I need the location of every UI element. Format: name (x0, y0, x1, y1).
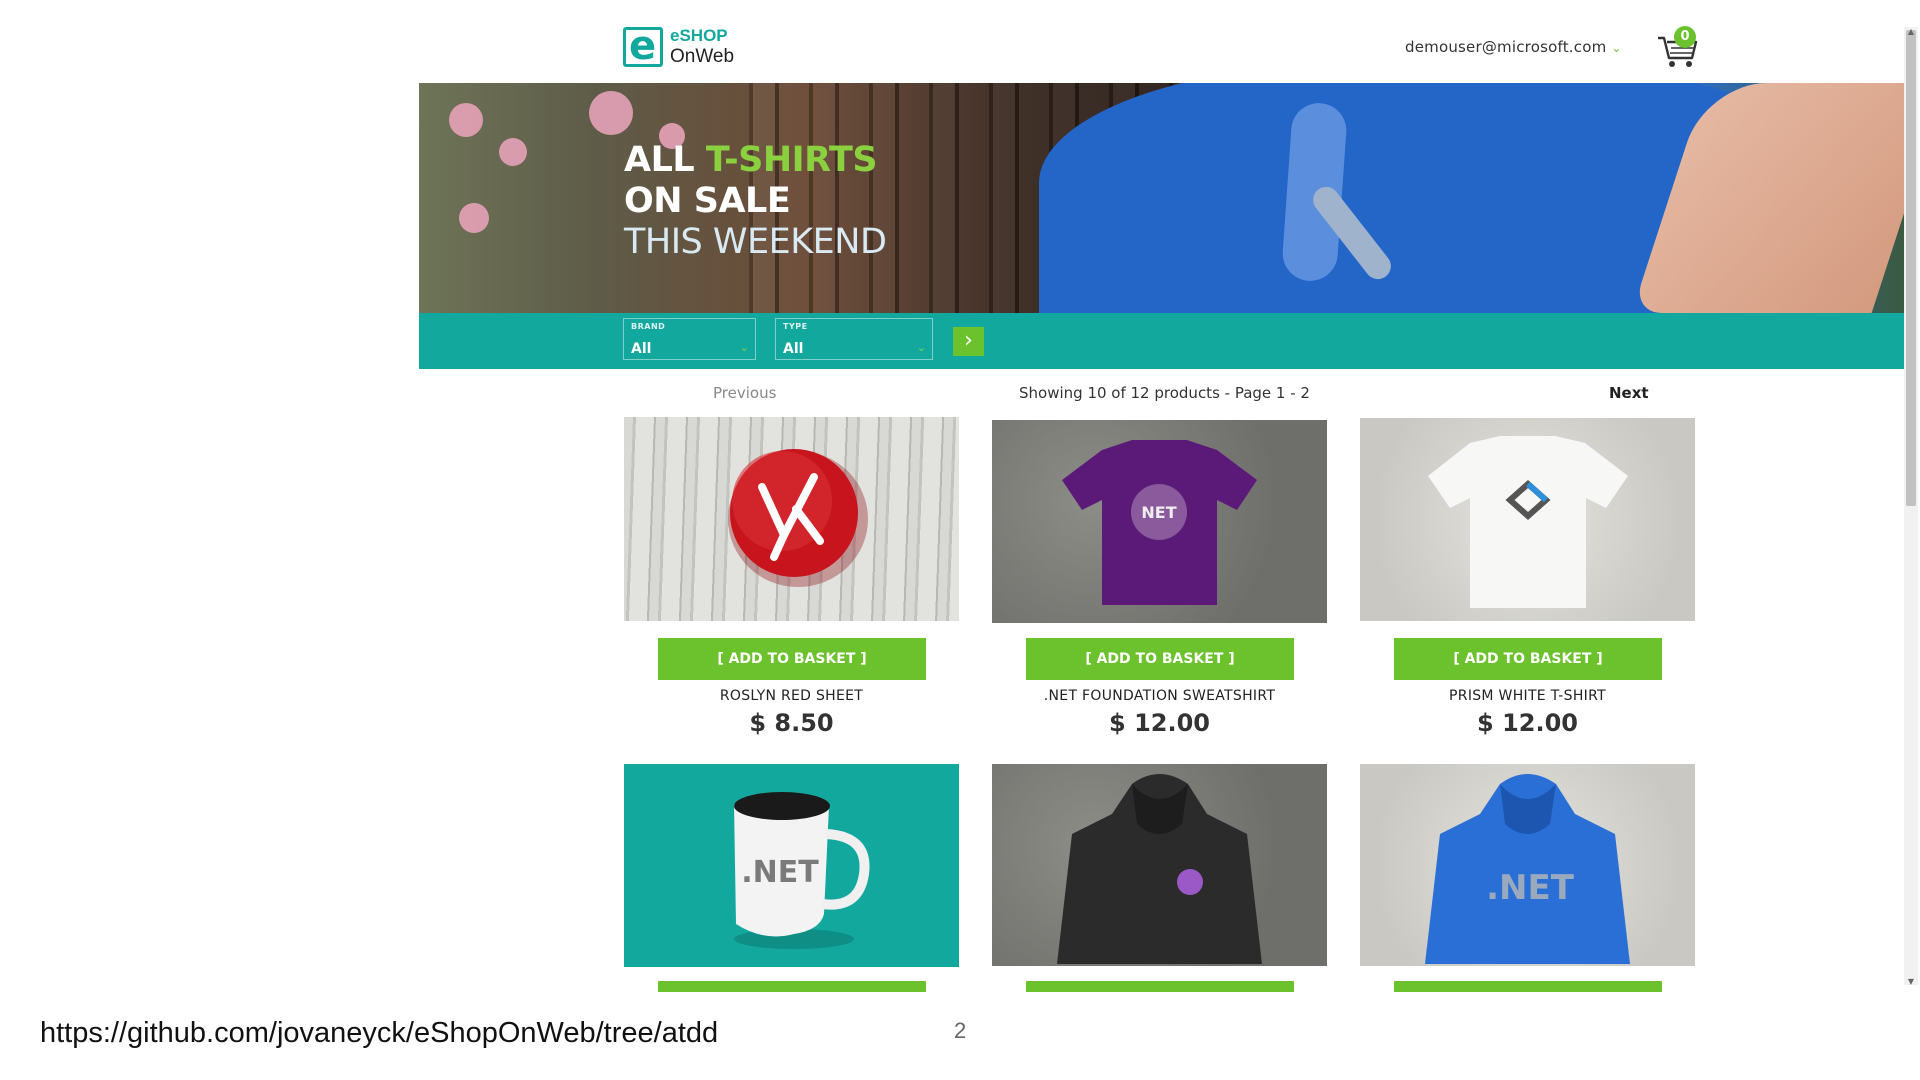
add-to-basket-button[interactable]: [ ADD TO BASKET ] (1026, 638, 1294, 680)
user-menu[interactable]: demouser@microsoft.com ⌄ (1405, 38, 1622, 56)
product-image[interactable]: .NET (1360, 764, 1695, 966)
product-image[interactable] (624, 417, 959, 621)
scroll-down-arrow-icon[interactable]: ▼ (1906, 976, 1916, 988)
purple-tshirt-image: NET (1062, 440, 1257, 605)
type-select-value: All (783, 341, 804, 357)
filter-submit-button[interactable]: › (953, 327, 984, 356)
logo-text: eSHOP OnWeb (670, 26, 734, 68)
logo-line-1: eSHOP (670, 26, 728, 45)
browser-viewport: e eSHOP OnWeb demouser@microsoft.com ⌄ 0 … (0, 0, 1920, 995)
blue-hoodie-image: .NET (1425, 774, 1630, 964)
red-badge-image (728, 449, 868, 587)
cart-button[interactable]: 0 (1656, 26, 1700, 70)
hero-flower (499, 138, 527, 166)
slide-page-number: 2 (954, 1018, 967, 1043)
add-to-basket-button[interactable] (1026, 981, 1294, 992)
svg-text:.NET: .NET (1486, 868, 1575, 908)
chevron-down-icon: ⌄ (739, 341, 749, 354)
logo-mark: e (623, 23, 663, 69)
repository-url: https://github.com/jovaneyck/eShopOnWeb/… (40, 1017, 719, 1049)
product-price: $ 8.50 (749, 709, 834, 737)
brand-select-label: BRAND (631, 322, 666, 331)
product-image[interactable]: .NET (624, 764, 959, 967)
previous-page-link[interactable]: Previous (713, 384, 776, 402)
product-name: PRISM WHITE T-SHIRT (1449, 688, 1606, 704)
black-hoodie-image (1057, 774, 1262, 964)
hero-flower (449, 103, 483, 137)
add-to-basket-button[interactable]: [ ADD TO BASKET ] (658, 638, 926, 680)
type-select[interactable]: TYPE All ⌄ (775, 318, 933, 360)
product-name: .NET FOUNDATION SWEATSHIRT (1043, 688, 1276, 704)
svg-text:NET: NET (1141, 503, 1176, 522)
add-to-basket-button[interactable] (658, 981, 926, 992)
product-price: $ 12.00 (1477, 709, 1578, 737)
brand-select[interactable]: BRAND All ⌄ (623, 318, 756, 360)
product-image[interactable] (1360, 418, 1695, 621)
svg-text:.NET: .NET (741, 855, 819, 890)
user-email: demouser@microsoft.com (1405, 38, 1607, 56)
hero-headline: ALL T-SHIRTS ON SALE THIS WEEKEND (624, 140, 887, 262)
chevron-down-icon: ⌄ (916, 341, 926, 354)
product-name: ROSLYN RED SHEET (719, 688, 864, 704)
hero-flower (459, 203, 489, 233)
pagination-info: Showing 10 of 12 products - Page 1 - 2 (1019, 384, 1310, 402)
cart-count-badge: 0 (1674, 26, 1696, 48)
scroll-up-arrow-icon[interactable]: ▲ (1906, 26, 1916, 38)
net-mug-image: .NET (734, 792, 870, 949)
add-to-basket-button[interactable]: [ ADD TO BASKET ] (1394, 638, 1662, 680)
chevron-down-icon: ⌄ (1611, 41, 1622, 55)
hero-flower (589, 91, 633, 135)
logo[interactable]: e eSHOP OnWeb (623, 23, 734, 69)
logo-line-2: OnWeb (670, 46, 735, 67)
product-price: $ 12.00 (1109, 709, 1210, 737)
product-image[interactable] (992, 764, 1327, 966)
chevron-right-icon: › (964, 328, 973, 353)
scrollbar-thumb[interactable] (1906, 30, 1916, 506)
next-page-link[interactable]: Next (1609, 384, 1649, 402)
type-select-label: TYPE (783, 322, 808, 331)
product-image[interactable]: NET (992, 420, 1327, 623)
white-tshirt-image (1428, 436, 1628, 608)
brand-select-value: All (631, 341, 652, 357)
add-to-basket-button[interactable] (1394, 981, 1662, 992)
